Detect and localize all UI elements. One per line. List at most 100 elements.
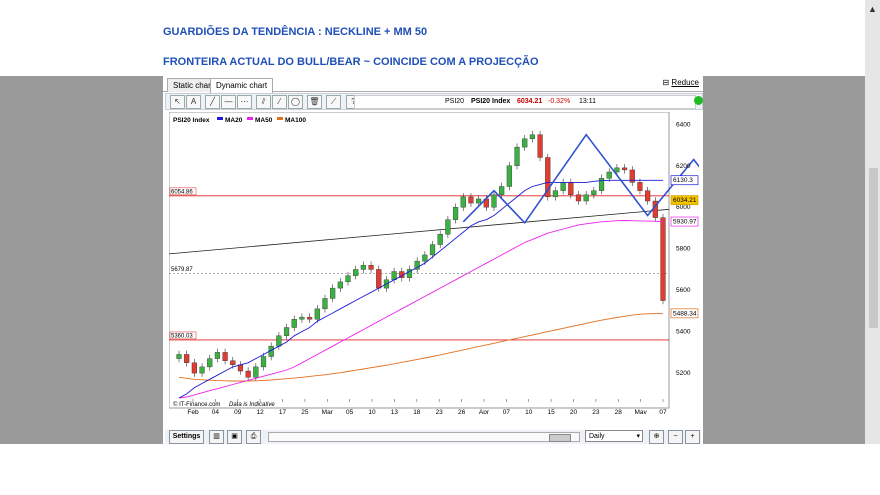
candle-up [360,265,366,270]
candle-up [499,186,505,195]
legend-ma50-swatch [247,117,253,120]
trendline-icon[interactable]: ╱ [205,95,220,109]
candle-up [253,366,259,378]
chart-toolbar: ↖ A ╱ — ⋯ ⫽ ⁄ ◯ 🗑 ⟋ ? PSI20 PSI20 Index … [165,93,703,110]
x-tick-label: Mar [322,409,334,414]
flag-ma100: 5488.34 [673,310,697,317]
candle-down [237,364,244,372]
candle-up [445,219,451,235]
x-tick-label: 07 [659,409,667,414]
chart-bottom-bar: Settings ▥ ▣ ⎙ Daily ▾ ⊕ − + [165,430,701,444]
candle-up [283,327,290,336]
settings-button[interactable]: Settings [169,430,204,444]
status-icon [694,96,703,105]
x-tick-label: Feb [187,409,199,414]
ticker-index: PSI20 Index [471,98,511,105]
channel-icon[interactable]: ⫽ [256,95,271,109]
fibonacci-icon[interactable]: ⁄ [272,95,287,109]
candle-up [176,354,182,359]
x-tick-label: Apr [479,409,490,414]
reduce-icon: ⊟ [662,78,670,87]
x-tick-label: 07 [503,409,511,414]
candle-up [529,134,535,140]
delete-icon[interactable]: 🗑 [307,95,322,109]
y-tick-label: 5800 [676,246,691,253]
x-tick-label: May [634,409,647,414]
candle-down [191,362,197,374]
candle-down [537,134,543,158]
candle-up [583,194,589,202]
candle-up [299,316,305,320]
zoom-out-icon[interactable]: − [668,430,683,444]
candlestick-chart[interactable]: 6054.86 5679.87 5360.03 5200 5400 5600 5800 60… [169,112,699,414]
x-tick-label: 26 [458,409,466,414]
ticker-change: -0.32% [548,98,571,105]
compare-icon[interactable]: ⟋ [326,95,341,109]
window-scrollbar-thumb[interactable] [869,168,878,328]
x-tick-label: 25 [301,409,309,414]
y-tick-label: 6400 [676,121,691,128]
heading-line-2: FRONTEIRA ACTUAL DO BULL/BEAR ~ COINCIDE… [163,56,539,68]
tab-bar: Static chart Dynamic chart ⊟ Reduce [163,76,703,93]
candle-down [637,182,643,191]
y-tick-label: 5400 [676,329,691,336]
candle-up [552,190,559,198]
scroll-up-icon[interactable]: ▲ [865,2,880,16]
period-select[interactable]: Daily ▾ [585,430,643,442]
candle-up [345,275,351,283]
candle-up [506,165,512,187]
save-icon[interactable]: ▣ [227,430,242,444]
legend-ma20-swatch [217,117,223,120]
candle-up [476,198,482,204]
candle-up [353,269,359,276]
candle-up [199,366,205,374]
chevron-down-icon: ▾ [636,433,640,440]
candle-up [460,196,466,208]
chart-source: © IT-Finance.com [173,401,220,408]
pointer-icon[interactable]: ↖ [170,95,185,109]
zoom-box-icon[interactable]: ⊕ [649,430,664,444]
candle-down [621,167,628,171]
legend-psi20: PSI20 Index [173,117,210,124]
candle-up [491,194,497,208]
candle-down [575,194,582,202]
reduce-link[interactable]: ⊟ Reduce [662,78,699,87]
ticker-name: PSI20 [445,98,465,105]
timeline-scroll-thumb[interactable] [549,434,571,442]
candle-down [222,352,228,361]
x-tick-label: 04 [212,409,220,414]
legend-ma20: MA20 [225,117,243,124]
x-tick-label: 17 [279,409,287,414]
text-tool-icon[interactable]: A [186,95,201,109]
candle-up [429,244,436,256]
indicators-icon[interactable]: ▥ [209,430,224,444]
flag-ma20: 6130.3 [673,177,693,184]
legend-ma100: MA100 [285,117,306,124]
candle-up [330,287,336,299]
hline-dots-icon[interactable]: ⋯ [237,95,252,109]
tab-dynamic-chart[interactable]: Dynamic chart [210,78,274,93]
candle-down [307,316,313,320]
candle-up [437,233,443,245]
x-tick-label: 09 [234,409,242,414]
timeline-scrollbar[interactable] [268,432,580,442]
zoom-in-icon[interactable]: + [685,430,700,444]
candle-up [591,190,597,195]
print-icon[interactable]: ⎙ [246,430,261,444]
candle-up [337,281,343,289]
period-value: Daily [589,433,605,440]
candle-up [606,171,612,179]
candle-up [598,178,605,191]
candle-down [376,269,382,289]
reduce-label: Reduce [671,78,699,87]
candle-up [291,319,297,328]
y-tick-label: 5600 [676,287,691,294]
candle-down [368,265,374,270]
candle-up [276,335,282,347]
x-tick-label: 15 [547,409,555,414]
ellipse-icon[interactable]: ◯ [288,95,303,109]
x-tick-label: 13 [391,409,399,414]
x-tick-label: 20 [570,409,578,414]
flag-last: 6034.21 [673,197,697,204]
hline-icon[interactable]: — [221,95,236,109]
